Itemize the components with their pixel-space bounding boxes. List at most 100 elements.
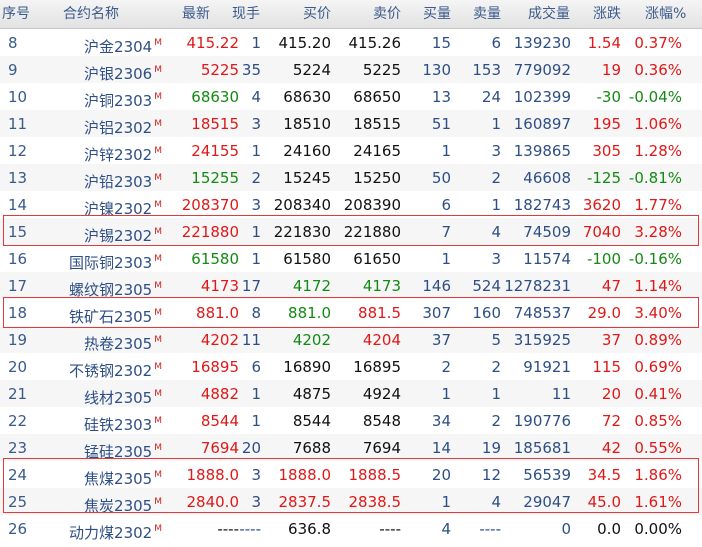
cell-change: 20	[601, 385, 621, 403]
cell-last: 4202	[200, 331, 239, 349]
cell-change: 34.5	[587, 466, 621, 484]
cell-change: 72	[601, 412, 621, 430]
cell-last: 5225	[200, 61, 239, 79]
table-row[interactable]: 11 沪铝2302 M 18515 3 18510 18515 51 1 160897 195 1.0…	[0, 110, 702, 137]
header-last[interactable]: 最新	[182, 0, 210, 28]
cell-pct: 0.36%	[634, 61, 682, 79]
cell-volume: 91921	[523, 358, 571, 376]
cell-bid: 18510	[283, 115, 331, 133]
table-row[interactable]: 21 线材2305 M 4882 1 4875 4924 1 1 11 20 0.41%	[0, 380, 702, 407]
table-row[interactable]: 10 沪铜2303 M 68630 4 68630 68650 13 24 102399 -30 -0…	[0, 83, 702, 110]
cell-seq: 21	[8, 385, 28, 403]
cell-change: 0.0	[597, 520, 621, 538]
table-row[interactable]: 22 硅铁2303 M 8544 1 8544 8548 34 2 190776 72 0.85%	[0, 407, 702, 434]
cell-ask: 18515	[353, 115, 401, 133]
table-row[interactable]: 25 焦炭2305 M 2840.0 3 2837.5 2838.5 1 4 29047 45.0 1…	[0, 488, 702, 515]
header-ask[interactable]: 卖价	[373, 0, 401, 28]
cell-volume: 139865	[513, 142, 571, 160]
cell-name: 国际铜2303 M	[44, 245, 162, 272]
cell-seq: 23	[8, 439, 28, 457]
cell-ask-vol: 6	[491, 34, 501, 52]
cell-bid: 4172	[292, 277, 331, 295]
header-pct[interactable]: 涨幅%	[645, 0, 686, 28]
table-row[interactable]: 20 不锈钢2302 M 16895 6 16890 16895 2 2 91921 115 0.69…	[0, 353, 702, 380]
contract-name: 沪铝2302	[84, 119, 153, 137]
cell-vol-now: 1	[251, 34, 261, 52]
cell-ask-vol: 3	[491, 250, 501, 268]
cell-name: 铁矿石2305 M	[44, 299, 162, 326]
cell-ask: 221880	[343, 223, 401, 241]
cell-ask-vol: 153	[472, 61, 501, 79]
cell-last: 7694	[200, 439, 239, 457]
contract-name: 硅铁2303	[84, 416, 153, 434]
cell-change: 115	[592, 358, 621, 376]
cell-vol-now: 4	[251, 88, 261, 106]
cell-bid-vol: 13	[431, 88, 451, 106]
table-row[interactable]: 19 热卷2305 M 4202 11 4202 4204 37 5 315925 37 0.89%	[0, 326, 702, 353]
cell-ask-vol: 2	[491, 358, 501, 376]
cell-ask: 15250	[353, 169, 401, 187]
cell-volume: 11	[551, 385, 571, 403]
cell-name: 动力煤2302 M	[44, 515, 162, 542]
header-bid-vol[interactable]: 买量	[423, 0, 451, 28]
cell-vol-now: 20	[241, 439, 261, 457]
table-row[interactable]: 17 螺纹钢2305 M 4173 17 4172 4173 146 524 1278231 47 1…	[0, 272, 702, 299]
cell-volume: 190776	[513, 412, 571, 430]
table-row[interactable]: 26 动力煤2302 M ---- ---- 636.8 ---- 4 ---- 0 0.0 0.00…	[0, 515, 702, 542]
header-contract[interactable]: 合约名称	[63, 0, 119, 28]
cell-bid: 15245	[283, 169, 331, 187]
table-row[interactable]: 18 铁矿石2305 M 881.0 8 881.0 881.5 307 160 748537 29…	[0, 299, 702, 326]
cell-last: 221880	[181, 223, 239, 241]
cell-change: 29.0	[587, 304, 621, 322]
cell-bid: 208340	[273, 196, 331, 214]
cell-ask: 208390	[343, 196, 401, 214]
cell-ask-vol: ----	[479, 520, 501, 538]
cell-volume: 56539	[523, 466, 571, 484]
table-row[interactable]: 9 沪银2306 M 5225 35 5224 5225 130 153 779092 19 0.36…	[0, 56, 702, 83]
table-row[interactable]: 14 沪镍2302 M 208370 3 208340 208390 6 1 182743 3620…	[0, 191, 702, 218]
cell-bid: 5224	[292, 61, 331, 79]
cell-vol-now: 1	[251, 385, 261, 403]
header-volume[interactable]: 成交量	[528, 0, 570, 28]
cell-ask-vol: 4	[491, 493, 501, 511]
table-row[interactable]: 13 沪铅2303 M 15255 2 15245 15250 50 2 46608 -125 -0.…	[0, 164, 702, 191]
cell-volume: 748537	[513, 304, 571, 322]
cell-ask-vol: 1	[491, 196, 501, 214]
cell-bid-vol: 14	[431, 439, 451, 457]
header-change[interactable]: 涨跌	[593, 0, 621, 28]
cell-bid-vol: 307	[422, 304, 451, 322]
cell-volume: 139230	[513, 34, 571, 52]
cell-change: 1.54	[587, 34, 621, 52]
header-ask-vol[interactable]: 卖量	[473, 0, 501, 28]
cell-change: 37	[601, 331, 621, 349]
cell-vol-now: 2	[251, 169, 261, 187]
table-row[interactable]: 12 沪锌2302 M 24155 1 24160 24165 1 3 139865 305 1.28…	[0, 137, 702, 164]
cell-ask: 881.5	[358, 304, 401, 322]
cell-seq: 20	[8, 358, 28, 376]
table-row[interactable]: 23 锰硅2305 M 7694 20 7688 7694 14 19 185681 42 0.55%	[0, 434, 702, 461]
cell-change: -125	[586, 169, 621, 187]
header-bid[interactable]: 买价	[303, 0, 331, 28]
cell-seq: 25	[8, 493, 28, 511]
cell-name: 硅铁2303 M	[44, 407, 162, 434]
table-row[interactable]: 8 沪金2304 M 415.22 1 415.20 415.26 15 6 139230 1.54…	[0, 29, 702, 56]
table-row[interactable]: 15 沪锡2302 M 221880 1 221830 221880 7 4 74509 7040 3…	[0, 218, 702, 245]
header-seq[interactable]: 序号	[2, 0, 30, 28]
cell-ask: 16895	[353, 358, 401, 376]
cell-vol-now: ----	[239, 520, 261, 538]
cell-bid: 8544	[292, 412, 331, 430]
table-row[interactable]: 24 焦煤2305 M 1888.0 3 1888.0 1888.5 20 12 56539 34.…	[0, 461, 702, 488]
cell-change: -100	[586, 250, 621, 268]
cell-pct: 1.86%	[634, 466, 682, 484]
cell-last: 24155	[191, 142, 239, 160]
cell-volume: 0	[561, 520, 571, 538]
cell-seq: 11	[8, 115, 28, 133]
cell-last: 8544	[200, 412, 239, 430]
cell-bid-vol: 1	[441, 142, 451, 160]
cell-ask-vol: 12	[481, 466, 501, 484]
cell-last: 881.0	[196, 304, 239, 322]
table-row[interactable]: 16 国际铜2303 M 61580 1 61580 61650 1 3 11574 -100 -0.…	[0, 245, 702, 272]
contract-name: 锰硅2305	[84, 443, 153, 461]
cell-bid-vol: 1	[441, 385, 451, 403]
header-vol-now[interactable]: 现手	[232, 0, 260, 28]
